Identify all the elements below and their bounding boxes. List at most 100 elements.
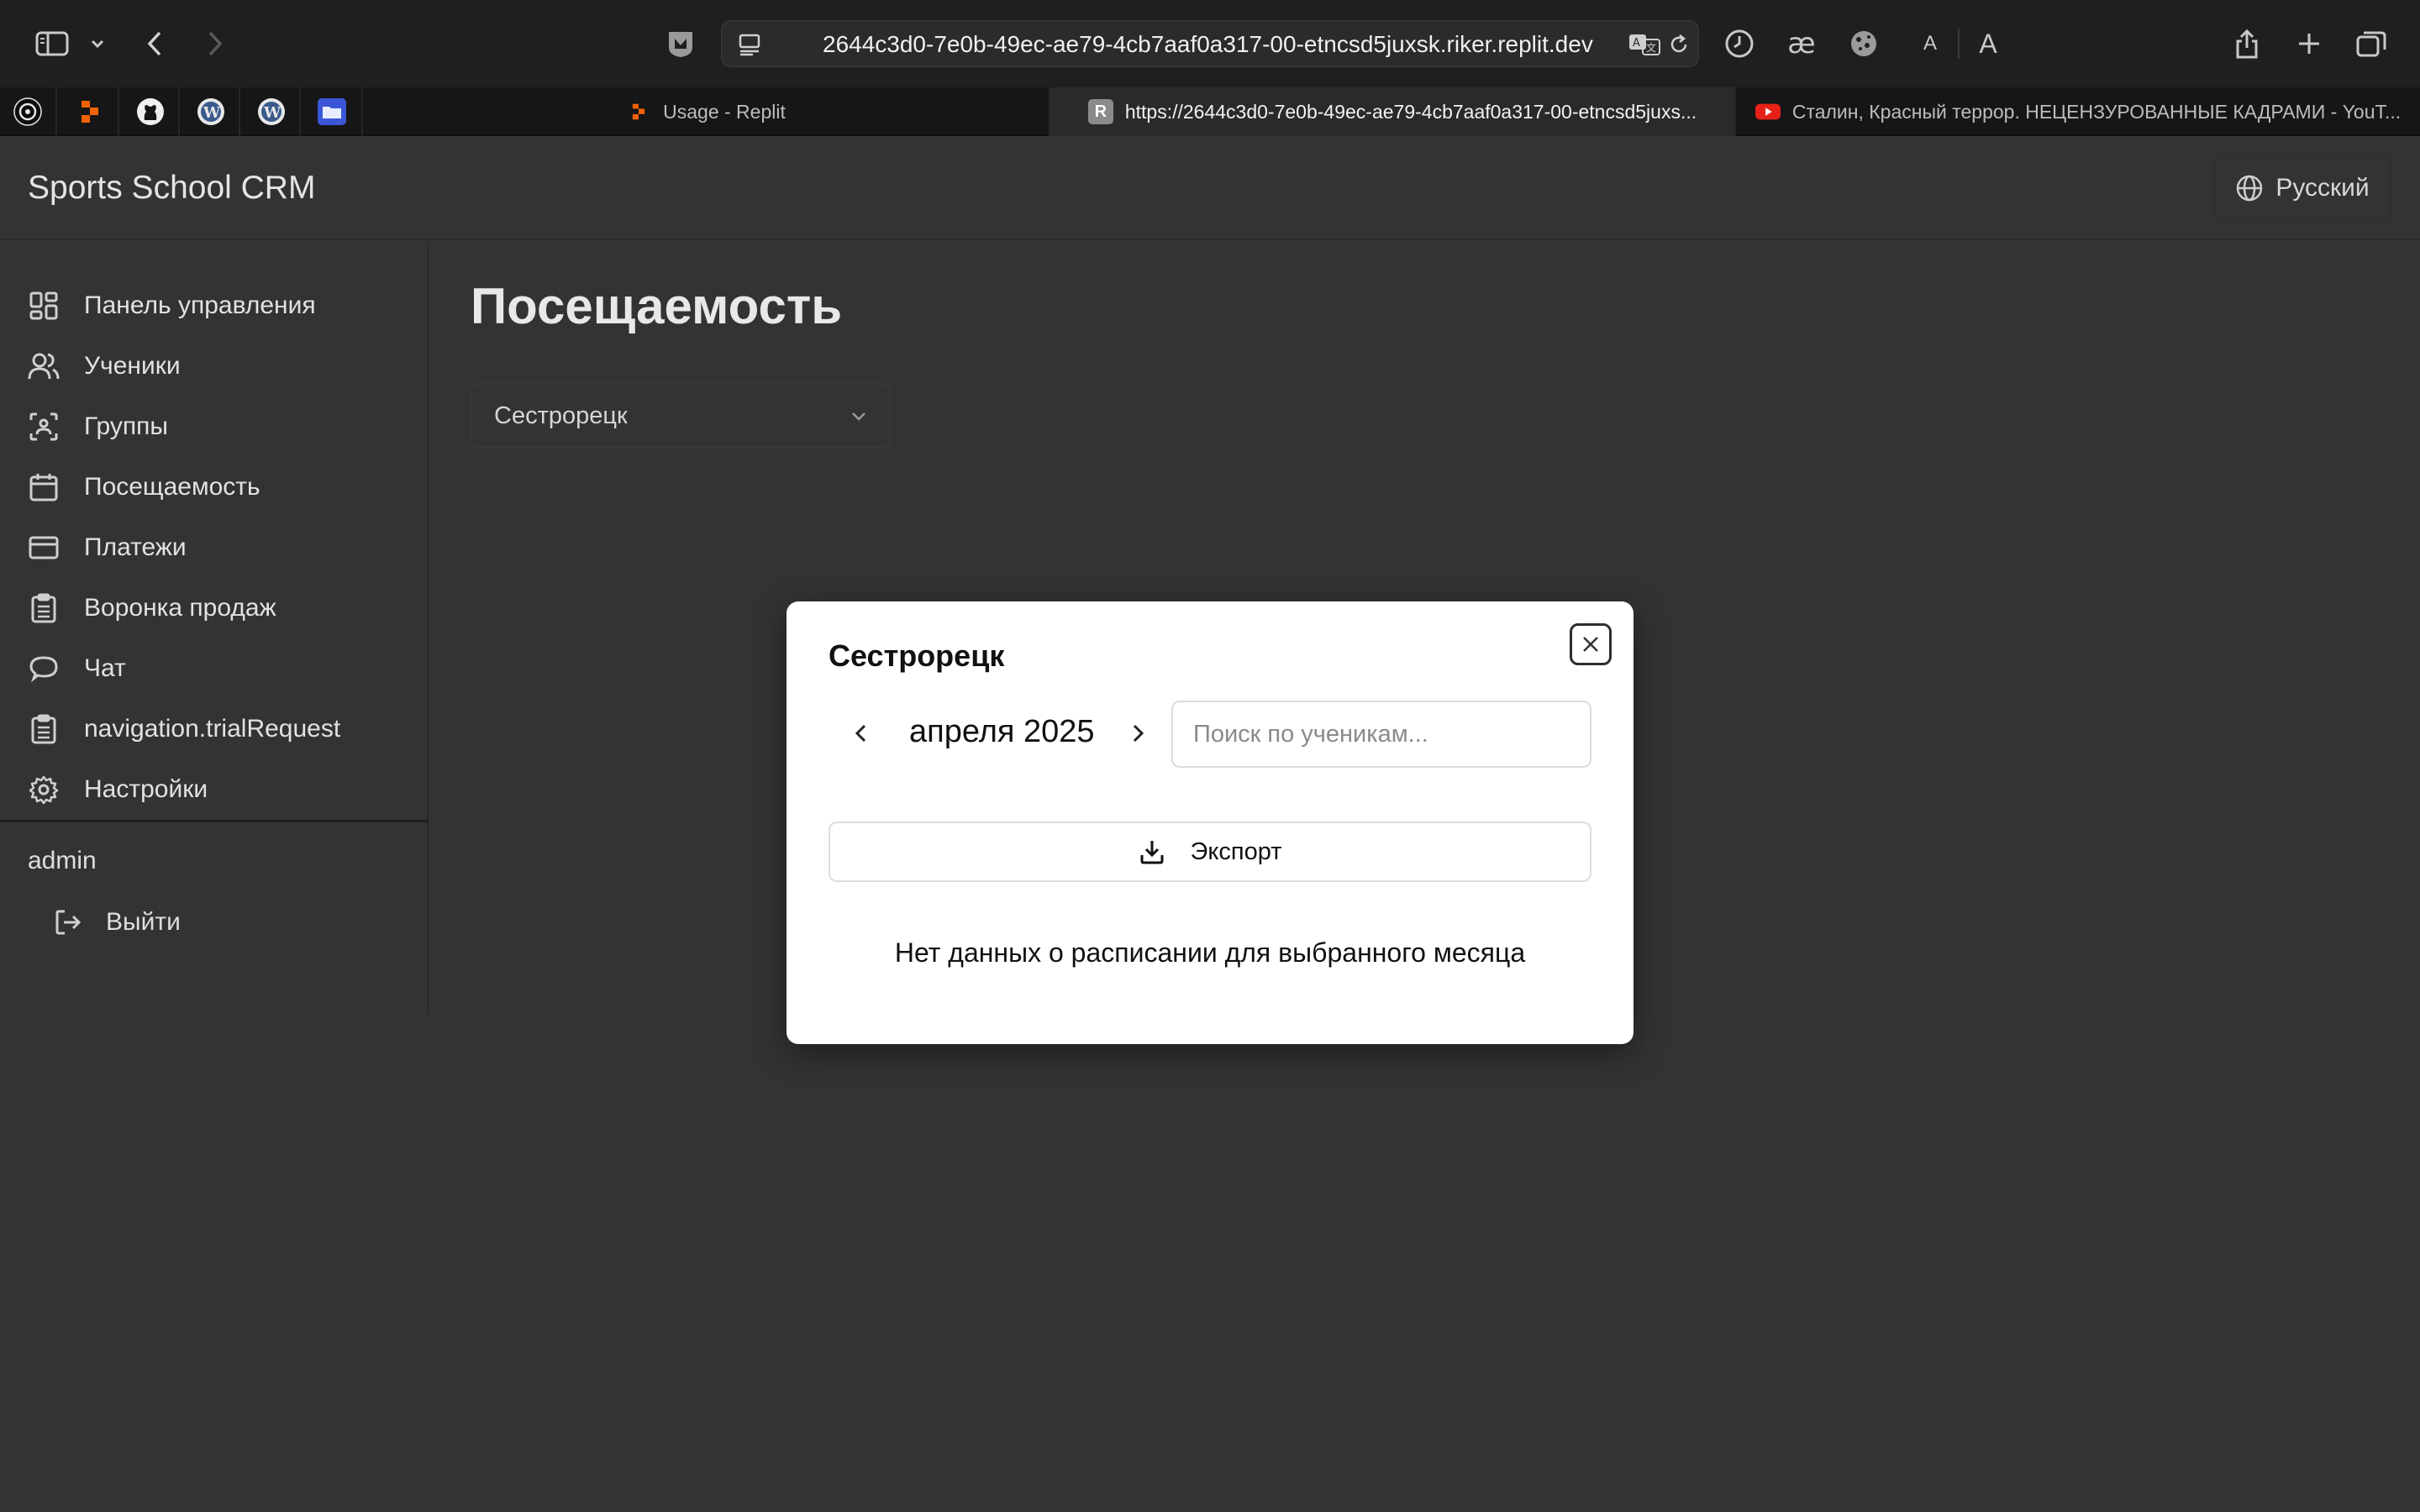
divider <box>0 820 429 822</box>
sidebar-item-label: navigation.trialRequest <box>84 715 341 743</box>
tab-overview-icon[interactable] <box>2354 18 2388 69</box>
replit-icon[interactable] <box>74 96 106 128</box>
tab-title: https://2644c3d0-7e0b-49ec-ae79-4cb7aaf0… <box>1124 100 1697 123</box>
svg-text:W: W <box>263 104 281 122</box>
sidebar-item-chat[interactable]: Чат <box>27 643 413 694</box>
chatgpt-icon[interactable] <box>12 96 44 128</box>
chevron-left-icon <box>852 722 871 744</box>
history-icon[interactable] <box>1723 18 1756 69</box>
chat-icon <box>27 652 60 685</box>
empty-state-message: Нет данных о расписании для выбранного м… <box>894 937 1526 968</box>
divider <box>118 87 119 136</box>
chevron-down-icon <box>849 405 869 433</box>
sidebar-item-label: Ученики <box>84 352 181 380</box>
prev-month-button[interactable] <box>840 712 882 754</box>
sidebar-item-label: Панель управления <box>84 291 316 319</box>
sidebar-item-label: Воронка продаж <box>84 594 276 622</box>
github-icon[interactable] <box>134 96 166 128</box>
ae-extension-icon[interactable]: æ <box>1783 18 1820 69</box>
text-smaller-icon[interactable]: A <box>1919 18 1941 69</box>
sidebar-item-students[interactable]: Ученики <box>27 341 413 391</box>
translate-icon[interactable]: A文 <box>1626 21 1663 68</box>
wordpress-icon[interactable]: W <box>195 96 227 128</box>
cookie-icon[interactable] <box>1847 18 1881 69</box>
r-letter-icon: R <box>1087 99 1113 124</box>
chevron-right-icon <box>1128 722 1147 744</box>
tab-title: Usage - Replit <box>663 100 786 123</box>
tab-active-app[interactable]: R https://2644c3d0-7e0b-49ec-ae79-4cb7aa… <box>1049 87 1734 136</box>
page-title: Посещаемость <box>471 278 843 334</box>
divider <box>239 87 240 136</box>
download-icon <box>1139 838 1165 865</box>
sidebar: Панель управления Ученики Группы Посещае… <box>0 242 429 1015</box>
calendar-icon <box>27 470 60 504</box>
users-icon <box>27 349 60 383</box>
svg-text:文: 文 <box>1646 41 1656 54</box>
sidebar-item-sales-funnel[interactable]: Воронка продаж <box>27 583 413 633</box>
page-settings-icon[interactable] <box>734 21 767 68</box>
clipboard-icon <box>27 712 60 746</box>
attendance-modal: Сестрорецк апреля 2025 Экспорт Нет данны… <box>786 601 1634 1044</box>
current-month-label: апреля 2025 <box>909 714 1095 749</box>
sidebar-item-groups[interactable]: Группы <box>27 402 413 452</box>
sidebar-item-trial-request[interactable]: navigation.trialRequest <box>27 704 413 754</box>
text-larger-icon[interactable]: A <box>1975 18 2002 69</box>
replit-icon <box>626 99 651 124</box>
gear-icon <box>27 773 60 806</box>
reload-icon[interactable] <box>1665 21 1693 68</box>
tab-usage-replit[interactable]: Usage - Replit <box>361 87 1049 136</box>
forward-icon[interactable] <box>202 18 229 69</box>
chevron-down-icon[interactable] <box>87 18 108 69</box>
sidebar-item-payments[interactable]: Платежи <box>27 522 413 573</box>
app-title: Sports School CRM <box>28 170 316 206</box>
location-select-value: Сестрорецк <box>494 402 628 429</box>
export-label: Экспорт <box>1190 837 1282 865</box>
tab-youtube[interactable]: Сталин, Красный террор. НЕЦЕНЗУРОВАННЫЕ … <box>1734 87 2420 136</box>
clipboard-icon <box>27 591 60 625</box>
url-text[interactable]: 2644c3d0-7e0b-49ec-ae79-4cb7aaf0a317-00-… <box>823 21 1593 68</box>
tab-bar: W W Usage - Replit R https://2644c3d0-7e… <box>0 87 2420 136</box>
next-month-button[interactable] <box>1117 712 1159 754</box>
logout-icon <box>54 908 82 937</box>
group-scan-icon <box>27 410 60 444</box>
extension-shield-icon[interactable] <box>664 18 697 69</box>
share-icon[interactable] <box>2232 18 2262 69</box>
browser-toolbar: 2644c3d0-7e0b-49ec-ae79-4cb7aaf0a317-00-… <box>0 0 2420 87</box>
dashboard-icon <box>27 289 60 323</box>
divider <box>299 87 301 136</box>
sidebar-item-label: Настройки <box>84 775 208 803</box>
sidebar-item-label: Группы <box>84 412 168 440</box>
folder-icon[interactable] <box>316 96 348 128</box>
modal-title: Сестрорецк <box>829 638 1005 673</box>
back-icon[interactable] <box>141 18 168 69</box>
new-tab-plus-icon[interactable] <box>2294 18 2324 69</box>
sidebar-item-settings[interactable]: Настройки <box>27 764 413 815</box>
divider <box>178 87 180 136</box>
sidebar-item-label: Платежи <box>84 533 187 561</box>
tab-title: Сталин, Красный террор. НЕЦЕНЗУРОВАННЫЕ … <box>1791 100 2402 123</box>
logout-label: Выйти <box>106 908 181 936</box>
credit-card-icon <box>27 531 60 564</box>
current-user-name: admin <box>28 847 97 874</box>
logout-button[interactable]: Выйти <box>54 897 181 948</box>
svg-text:A: A <box>1633 37 1640 50</box>
close-button[interactable] <box>1570 623 1612 665</box>
sidebar-item-dashboard[interactable]: Панель управления <box>27 281 413 331</box>
language-label: Русский <box>2275 174 2370 202</box>
app-header: Sports School CRM Русский <box>0 136 2420 240</box>
sidebar-toggle-icon[interactable] <box>32 18 72 69</box>
export-button[interactable]: Экспорт <box>829 822 1591 882</box>
sidebar-item-label: Посещаемость <box>84 473 260 501</box>
location-select[interactable]: Сестрорецк <box>471 383 891 449</box>
student-search-input[interactable] <box>1171 701 1591 768</box>
sidebar-item-attendance[interactable]: Посещаемость <box>27 462 413 512</box>
address-bar[interactable]: 2644c3d0-7e0b-49ec-ae79-4cb7aaf0a317-00-… <box>721 20 1699 67</box>
svg-text:W: W <box>203 104 221 122</box>
wordpress-icon[interactable]: W <box>255 96 287 128</box>
close-icon <box>1580 633 1602 655</box>
sidebar-item-label: Чат <box>84 654 126 682</box>
divider <box>55 87 57 136</box>
screen: 2644c3d0-7e0b-49ec-ae79-4cb7aaf0a317-00-… <box>0 0 2420 1512</box>
language-switcher-button[interactable]: Русский <box>2213 156 2391 220</box>
divider <box>1958 29 1960 59</box>
